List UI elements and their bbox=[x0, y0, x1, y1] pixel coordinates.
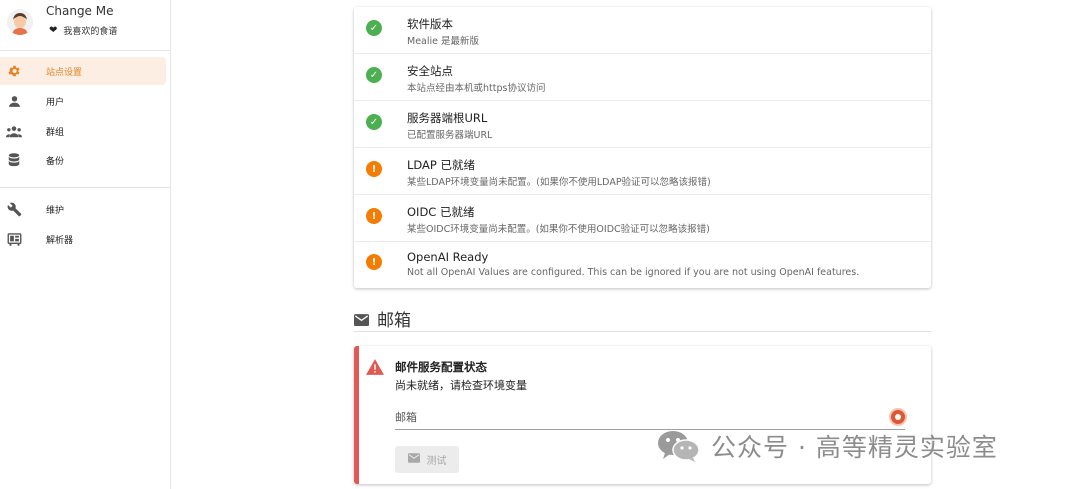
email-section-header: 邮箱 bbox=[354, 306, 931, 332]
test-email-button[interactable]: 测试 bbox=[395, 446, 459, 473]
check-title: 软件版本 bbox=[407, 17, 453, 31]
duckduckgo-icon[interactable] bbox=[889, 408, 907, 426]
sidebar-item-backups[interactable]: 备份 bbox=[0, 146, 166, 174]
alert-circle-icon: ! bbox=[366, 208, 382, 224]
section-title: 邮箱 bbox=[377, 311, 411, 331]
watermark-text: 公众号 · 高等精灵实验室 bbox=[711, 433, 998, 462]
check-title: LDAP 已就绪 bbox=[407, 158, 476, 172]
check-title: OpenAI Ready bbox=[407, 250, 489, 264]
sidebar-item-label: 站点设置 bbox=[46, 67, 83, 78]
sidebar-item-label: 用户 bbox=[46, 97, 65, 108]
test-button-label: 测试 bbox=[426, 456, 447, 467]
favorite-recipes-link[interactable]: ❤ 我喜欢的食谱 bbox=[49, 24, 117, 37]
alert-title: 邮件服务配置状态 bbox=[395, 360, 487, 374]
check-circle-icon: ✓ bbox=[366, 67, 382, 83]
sidebar-item-groups[interactable]: 群组 bbox=[0, 117, 166, 145]
check-subtitle: 某些LDAP环境变量尚未配置。(如果你不使用LDAP验证可以忽略该报错) bbox=[407, 177, 711, 188]
sidebar-item-label: 维护 bbox=[46, 205, 65, 216]
parser-icon bbox=[6, 231, 22, 247]
check-subtitle: Not all OpenAI Values are configured. Th… bbox=[407, 267, 860, 278]
mail-icon bbox=[407, 453, 420, 466]
divider bbox=[0, 187, 171, 188]
email-field[interactable] bbox=[395, 406, 905, 430]
check-row: ! OIDC 已就绪 某些OIDC环境变量尚未配置。(如果你不使用OIDC验证可… bbox=[354, 195, 931, 242]
avatar bbox=[7, 9, 33, 35]
sidebar-item-users[interactable]: 用户 bbox=[0, 87, 166, 115]
check-subtitle: 已配置服务器端URL bbox=[407, 130, 493, 141]
error-accent-bar bbox=[354, 346, 359, 484]
sidebar-item-label: 解析器 bbox=[46, 235, 74, 246]
wechat-icon bbox=[657, 430, 701, 462]
alert-circle-icon: ! bbox=[366, 254, 382, 270]
check-subtitle: 本站点经由本机或https协议访问 bbox=[407, 83, 546, 94]
check-row: ! OpenAI Ready Not all OpenAI Values are… bbox=[354, 241, 931, 288]
sidebar-item-maintenance[interactable]: 维护 bbox=[0, 195, 166, 223]
gear-icon bbox=[6, 63, 22, 79]
favorite-recipes-label: 我喜欢的食谱 bbox=[63, 27, 118, 37]
database-icon bbox=[6, 152, 22, 168]
group-icon bbox=[6, 123, 22, 139]
check-row: ✓ 软件版本 Mealie 是最新版 bbox=[354, 7, 931, 54]
user-profile[interactable]: Change Me ❤ 我喜欢的食谱 bbox=[0, 0, 171, 50]
sidebar-item-label: 群组 bbox=[46, 127, 65, 138]
sidebar: Change Me ❤ 我喜欢的食谱 站点设置 用户 群组 备份 维护 解析器 bbox=[0, 0, 171, 489]
mail-icon bbox=[354, 311, 369, 326]
divider bbox=[0, 50, 171, 51]
check-subtitle: 某些OIDC环境变量尚未配置。(如果你不使用OIDC验证可以忽略该报错) bbox=[407, 224, 710, 235]
alert-circle-icon: ! bbox=[366, 161, 382, 177]
watermark: 公众号 · 高等精灵实验室 bbox=[657, 428, 998, 464]
profile-name: Change Me bbox=[46, 4, 114, 18]
person-icon bbox=[6, 93, 22, 109]
site-status-card: ✓ 软件版本 Mealie 是最新版 ✓ 安全站点 本站点经由本机或https协… bbox=[354, 7, 931, 288]
check-circle-icon: ✓ bbox=[366, 114, 382, 130]
check-row: ! LDAP 已就绪 某些LDAP环境变量尚未配置。(如果你不使用LDAP验证可… bbox=[354, 148, 931, 195]
check-row: ✓ 安全站点 本站点经由本机或https协议访问 bbox=[354, 54, 931, 101]
check-title: 安全站点 bbox=[407, 64, 453, 78]
alert-subtitle: 尚未就绪，请检查环境变量 bbox=[395, 379, 527, 392]
warning-icon bbox=[366, 359, 384, 375]
check-title: OIDC 已就绪 bbox=[407, 205, 475, 219]
check-title: 服务器端根URL bbox=[407, 111, 488, 125]
check-subtitle: Mealie 是最新版 bbox=[407, 36, 480, 47]
check-circle-icon: ✓ bbox=[366, 20, 382, 36]
sidebar-item-label: 备份 bbox=[46, 156, 65, 167]
check-row: ✓ 服务器端根URL 已配置服务器端URL bbox=[354, 101, 931, 148]
sidebar-item-parser[interactable]: 解析器 bbox=[0, 225, 166, 253]
heart-icon: ❤ bbox=[49, 25, 58, 36]
wrench-icon bbox=[6, 201, 22, 217]
sidebar-item-site-settings[interactable]: 站点设置 bbox=[0, 57, 166, 85]
